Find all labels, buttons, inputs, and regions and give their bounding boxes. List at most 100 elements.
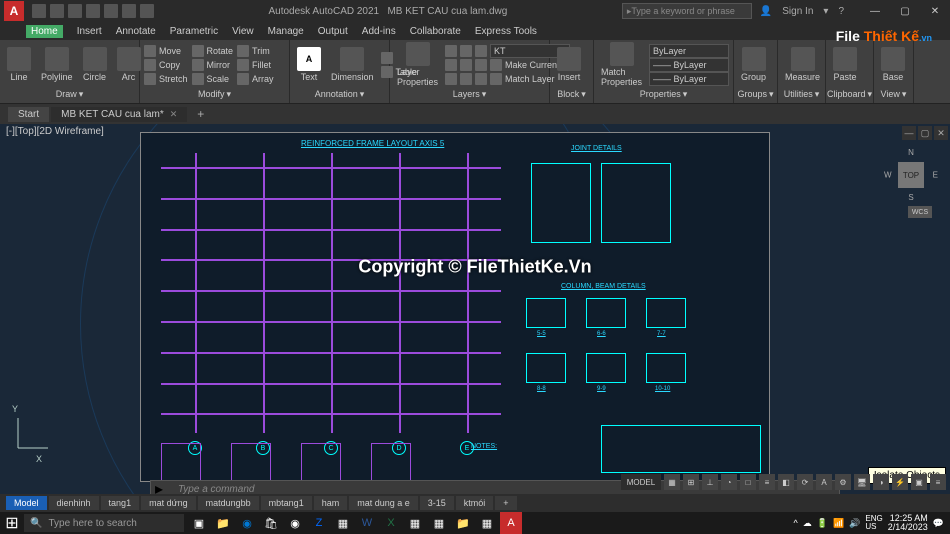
status-snap-icon[interactable]: ⊞	[683, 474, 699, 490]
tab-model[interactable]: Model	[6, 496, 47, 510]
tab-parametric[interactable]: Parametric	[170, 26, 218, 37]
tool-insert-block[interactable]: Insert	[554, 47, 584, 82]
panel-modify-label[interactable]: Modify ▾	[144, 87, 285, 101]
tool-group[interactable]: Group	[738, 47, 769, 82]
vp-maximize-icon[interactable]: ▢	[918, 126, 932, 140]
app-icon-3[interactable]: ▦	[428, 512, 450, 534]
autocad-logo[interactable]: A	[4, 1, 24, 21]
new-tab-button[interactable]: +	[189, 107, 212, 121]
explorer2-icon[interactable]: 📁	[452, 512, 474, 534]
tab-layout-9[interactable]: ktmói	[456, 496, 494, 510]
tool-copy[interactable]: Copy	[144, 58, 188, 71]
viewcube-south[interactable]: S	[908, 193, 913, 202]
panel-groups-label[interactable]: Groups ▾	[738, 87, 773, 101]
help-search[interactable]: ▸ Type a keyword or phrase	[622, 3, 752, 19]
status-monitor-icon[interactable]: 🖥	[854, 474, 870, 490]
status-cycling-icon[interactable]: ⟳	[797, 474, 813, 490]
status-transparency-icon[interactable]: ◧	[778, 474, 794, 490]
drawing-viewport[interactable]: [-][Top][2D Wireframe] — ▢ ✕ REINFORCED …	[0, 124, 950, 512]
tab-layout-add[interactable]: +	[495, 496, 516, 510]
tool-base[interactable]: Base	[878, 47, 908, 82]
tab-layout-8[interactable]: 3-15	[420, 496, 454, 510]
word-icon[interactable]: W	[356, 512, 378, 534]
explorer-icon[interactable]: 📁	[212, 512, 234, 534]
redo-icon[interactable]	[140, 4, 154, 18]
tray-language[interactable]: ENG US	[865, 515, 882, 531]
vp-close-icon[interactable]: ✕	[934, 126, 948, 140]
saveas-icon[interactable]	[86, 4, 100, 18]
tab-collaborate[interactable]: Collaborate	[410, 26, 461, 37]
tool-move[interactable]: Move	[144, 44, 188, 57]
help-icon[interactable]: ?	[838, 6, 844, 17]
panel-utilities-label[interactable]: Utilities ▾	[782, 87, 821, 101]
color-dropdown[interactable]: ByLayer	[649, 44, 729, 58]
status-workspace-icon[interactable]: ⚙	[835, 474, 851, 490]
tab-expresstools[interactable]: Express Tools	[475, 26, 537, 37]
app-icon-4[interactable]: ▦	[476, 512, 498, 534]
tool-dimension[interactable]: Dimension	[328, 47, 377, 82]
sign-in-button[interactable]: Sign In	[782, 6, 813, 17]
tool-array[interactable]: Array	[237, 72, 274, 85]
tool-stretch[interactable]: Stretch	[144, 72, 188, 85]
maximize-button[interactable]: ▢	[890, 0, 920, 22]
tab-home[interactable]: Home	[26, 25, 63, 38]
status-isolate-icon[interactable]: ◑	[873, 474, 889, 490]
tool-polyline[interactable]: Polyline	[38, 47, 76, 82]
plot-icon[interactable]	[104, 4, 118, 18]
panel-properties-label[interactable]: Properties ▾	[598, 87, 729, 101]
panel-draw-label[interactable]: Draw ▾	[4, 87, 135, 101]
new-icon[interactable]	[32, 4, 46, 18]
minimize-button[interactable]: —	[860, 0, 890, 22]
status-lwt-icon[interactable]: ≡	[759, 474, 775, 490]
excel-icon[interactable]: X	[380, 512, 402, 534]
status-clean-icon[interactable]: ▣	[911, 474, 927, 490]
tool-circle[interactable]: Circle	[80, 47, 110, 82]
tab-layout-5[interactable]: mbtang1	[261, 496, 312, 510]
tool-paste[interactable]: Paste	[830, 47, 860, 82]
tab-manage[interactable]: Manage	[268, 26, 304, 37]
panel-view-label[interactable]: View ▾	[878, 87, 909, 101]
vp-minimize-icon[interactable]: —	[902, 126, 916, 140]
wcs-dropdown[interactable]: WCS	[908, 206, 932, 218]
taskbar-search[interactable]: 🔍 Type here to search	[24, 514, 184, 532]
tab-layout-7[interactable]: mat dung a e	[349, 496, 418, 510]
lineweight-dropdown[interactable]: —— ByLayer	[649, 58, 729, 72]
app-icon-2[interactable]: ▦	[404, 512, 426, 534]
tray-onedrive-icon[interactable]: ☁	[803, 518, 812, 529]
viewcube-top-face[interactable]: TOP	[898, 162, 924, 188]
linetype-dropdown[interactable]: —— ByLayer	[649, 72, 729, 86]
app-icon-1[interactable]: ▦	[332, 512, 354, 534]
tray-battery-icon[interactable]: 🔋	[817, 518, 828, 529]
tab-annotate[interactable]: Annotate	[116, 26, 156, 37]
tray-wifi-icon[interactable]: 📶	[833, 518, 844, 529]
status-annoscale-icon[interactable]: A	[816, 474, 832, 490]
tab-start[interactable]: Start	[8, 107, 49, 122]
viewcube[interactable]: N S E W TOP	[890, 154, 932, 196]
tab-current-file[interactable]: MB KET CAU cua lam*✕	[51, 107, 187, 122]
tab-layout-4[interactable]: matdungbb	[198, 496, 259, 510]
viewcube-east[interactable]: E	[933, 171, 938, 180]
tool-text[interactable]: AText	[294, 47, 324, 82]
panel-layers-label[interactable]: Layers ▾	[394, 87, 545, 101]
taskview-icon[interactable]: ▣	[188, 512, 210, 534]
store-icon[interactable]: 🛍	[260, 512, 282, 534]
tab-layout-1[interactable]: dienhinh	[49, 496, 99, 510]
status-custom-icon[interactable]: ≡	[930, 474, 946, 490]
tab-addins[interactable]: Add-ins	[362, 26, 396, 37]
zalo-icon[interactable]: Z	[308, 512, 330, 534]
status-osnap-icon[interactable]: □	[740, 474, 756, 490]
tool-mirror[interactable]: Mirror	[192, 58, 234, 71]
viewport-label[interactable]: [-][Top][2D Wireframe]	[6, 126, 104, 137]
tray-volume-icon[interactable]: 🔊	[849, 518, 860, 529]
status-grid-icon[interactable]: ▦	[664, 474, 680, 490]
autocad-taskbar-icon[interactable]: A	[500, 512, 522, 534]
tool-fillet[interactable]: Fillet	[237, 58, 274, 71]
tool-match-properties[interactable]: Match Properties	[598, 42, 645, 87]
tab-layout-6[interactable]: ham	[314, 496, 348, 510]
tool-layer-properties[interactable]: Layer Properties	[394, 42, 441, 87]
status-model-button[interactable]: MODEL	[621, 474, 661, 490]
status-ortho-icon[interactable]: ⊥	[702, 474, 718, 490]
chrome-icon[interactable]: ◉	[284, 512, 306, 534]
save-icon[interactable]	[68, 4, 82, 18]
tab-output[interactable]: Output	[318, 26, 348, 37]
